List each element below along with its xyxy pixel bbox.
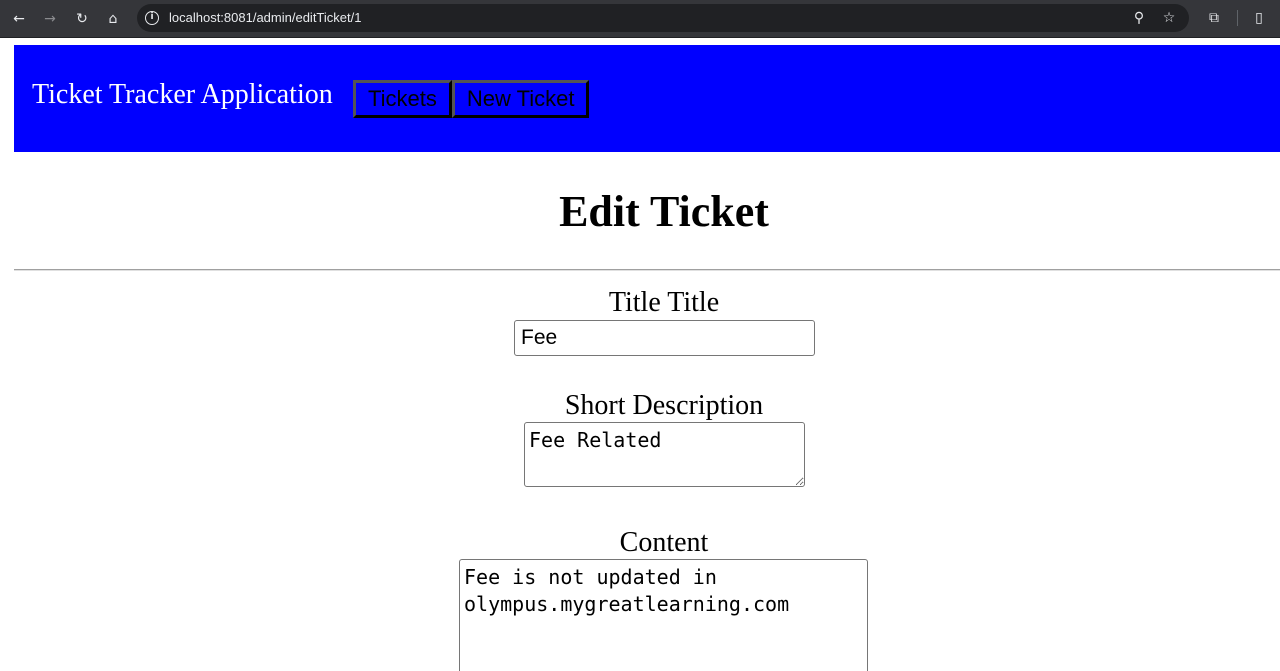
reload-icon[interactable]: ↻ xyxy=(71,8,93,30)
forward-arrow-icon[interactable]: → xyxy=(39,8,61,30)
info-icon[interactable]: i xyxy=(145,11,159,25)
browser-toolbar: ← → ↻ ⌂ i localhost:8081/admin/editTicke… xyxy=(0,0,1280,38)
app-header: Ticket Tracker Application Tickets New T… xyxy=(14,45,1280,152)
short-description-label: Short Description xyxy=(564,390,764,421)
star-icon[interactable]: ☆ xyxy=(1160,9,1178,27)
tickets-button[interactable]: Tickets xyxy=(353,80,452,118)
header-nav: Tickets New Ticket xyxy=(353,80,590,118)
content-textarea[interactable]: Fee is not updated in olympus.mygreatlea… xyxy=(459,559,868,671)
short-description-textarea[interactable]: Fee Related xyxy=(524,422,805,487)
home-icon[interactable]: ⌂ xyxy=(102,8,124,30)
back-arrow-icon[interactable]: ← xyxy=(8,8,30,30)
zoom-icon[interactable]: ⚲ xyxy=(1130,9,1148,27)
address-bar[interactable]: i localhost:8081/admin/editTicket/1 ⚲ ☆ xyxy=(137,4,1189,32)
title-label: Title Title xyxy=(608,287,720,318)
side-panel-icon[interactable]: ▯ xyxy=(1250,9,1268,27)
divider xyxy=(14,269,1280,271)
puzzle-icon[interactable]: ⧉ xyxy=(1205,9,1223,27)
title-input[interactable] xyxy=(514,320,815,356)
content-label: Content xyxy=(619,527,709,558)
app-title: Ticket Tracker Application xyxy=(32,79,333,110)
toolbar-divider xyxy=(1237,10,1238,26)
page-title: Edit Ticket xyxy=(559,187,769,236)
new-ticket-button[interactable]: New Ticket xyxy=(451,80,590,118)
url-text[interactable]: localhost:8081/admin/editTicket/1 xyxy=(169,10,361,25)
